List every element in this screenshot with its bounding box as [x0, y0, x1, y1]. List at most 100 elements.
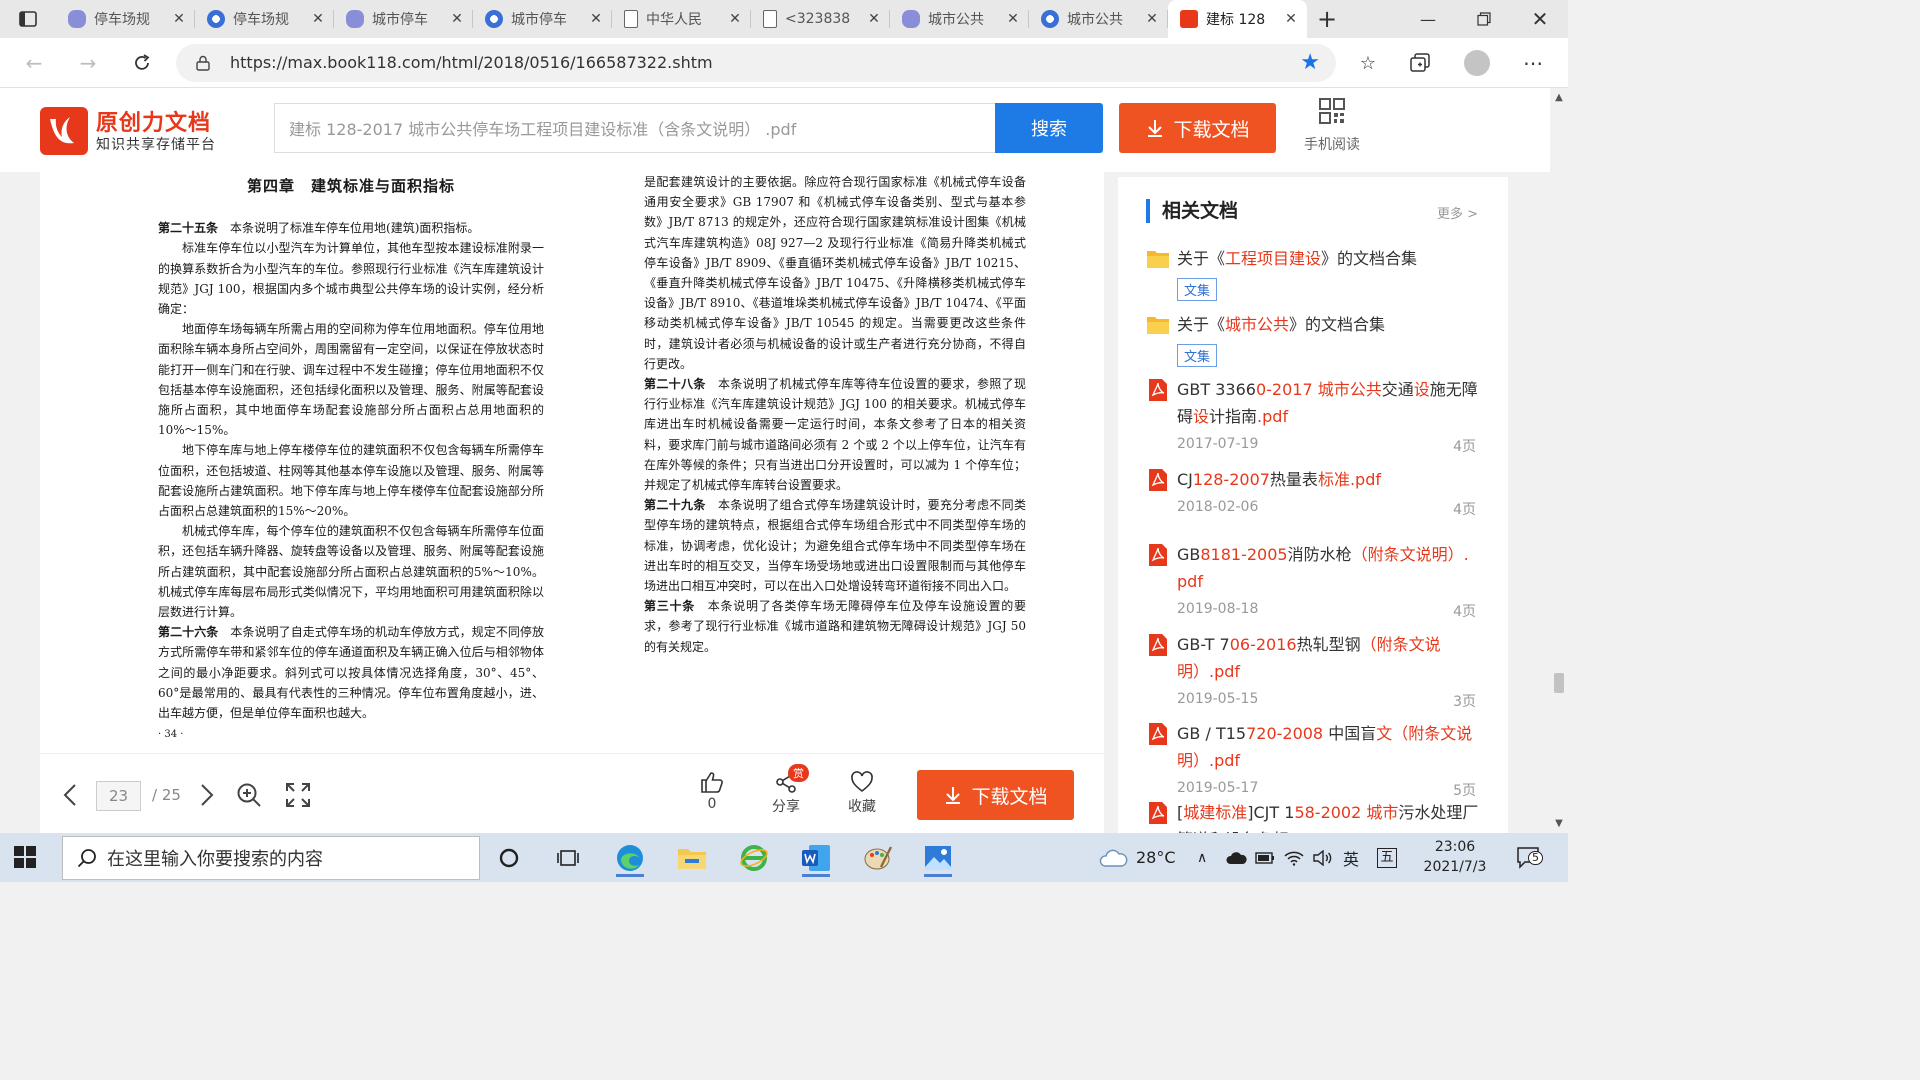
profile-avatar-icon[interactable]	[1464, 50, 1490, 76]
back-button[interactable]: ←	[18, 48, 50, 78]
related-document-item[interactable]: GB-T 706-2016热轧型钢（附条文说明）.pdf 2019-05-15 3页	[1146, 631, 1486, 711]
browser-tab[interactable]: 中华人民 ✕	[612, 0, 751, 38]
close-tab-icon[interactable]: ✕	[588, 11, 604, 27]
browser-tab[interactable]: 城市停车 ✕	[334, 0, 473, 38]
related-document-item[interactable]: GB8181-2005消防水枪（附条文说明）. pdf 2019-08-18 4页	[1146, 541, 1486, 621]
related-document-item[interactable]: GBT 33660-2017 城市公共交通设施无障碍设计指南.pdf 2017-0…	[1146, 376, 1486, 456]
onedrive-cloud-icon[interactable]	[1225, 833, 1247, 882]
related-document-title[interactable]: 关于《工程项目建设》的文档合集	[1177, 245, 1486, 272]
restore-button[interactable]	[1456, 0, 1512, 38]
close-tab-icon[interactable]: ✕	[1283, 11, 1299, 27]
browser-tab[interactable]: 城市公共 ✕	[890, 0, 1029, 38]
close-tab-icon[interactable]: ✕	[171, 11, 187, 27]
photos-app-icon[interactable]	[918, 839, 958, 877]
file-explorer-icon[interactable]	[672, 839, 712, 877]
previous-page-button[interactable]	[58, 780, 82, 810]
more-menu-icon[interactable]: ⋯	[1520, 50, 1546, 76]
related-documents-panel: 相关文档 更多 > 关于《工程项目建设》的文档合集 文集 关于《城市公共》的文档合集…	[1118, 177, 1508, 833]
related-document-title[interactable]: 关于《城市公共》的文档合集	[1177, 311, 1486, 338]
next-page-button[interactable]	[195, 780, 219, 810]
upload-date: 2019-05-15	[1177, 691, 1259, 707]
related-document-title[interactable]: GBT 33660-2017 城市公共交通设施无障碍设计指南.pdf	[1177, 376, 1486, 430]
related-document-title[interactable]: [城建标准]CJT 158-2002 城市污水处理厂管道和设备色标.pdf	[1177, 799, 1486, 833]
task-view-icon[interactable]	[548, 839, 588, 877]
related-document-title[interactable]: GB / T15720-2008 中国盲文（附条文说明）.pdf	[1177, 720, 1486, 774]
show-hidden-icons-chevron-up-icon[interactable]: ∧	[1197, 833, 1207, 882]
favorite-button[interactable]: 收藏	[837, 770, 887, 816]
more-link[interactable]: 更多 >	[1437, 203, 1478, 222]
related-document-item[interactable]: CJ128-2007热量表标准.pdf 2018-02-06 4页	[1146, 466, 1486, 519]
favorites-icon[interactable]: ☆	[1355, 50, 1381, 76]
ie-browser-icon[interactable]	[734, 839, 774, 877]
close-tab-icon[interactable]: ✕	[727, 11, 743, 27]
search-button[interactable]: 搜索	[995, 103, 1103, 153]
close-tab-icon[interactable]: ✕	[866, 11, 882, 27]
related-document-item[interactable]: 关于《工程项目建设》的文档合集文集	[1146, 245, 1486, 301]
refresh-button[interactable]	[126, 48, 158, 78]
browser-tab[interactable]: <323838 ✕	[751, 0, 890, 38]
like-button[interactable]: 0	[687, 770, 737, 812]
edge-browser-icon[interactable]	[610, 839, 650, 877]
page-scrollbar[interactable]: ▲ ▼	[1550, 88, 1568, 833]
document-search-input[interactable]: 建标 128-2017 城市公共停车场工程项目建设标准（含条文说明） .pdf	[274, 103, 996, 153]
pdf-file-icon	[1149, 544, 1167, 566]
share-button[interactable]: 赏 分享	[761, 764, 811, 816]
site-logo-name[interactable]: 原创力文档	[96, 105, 211, 137]
zoom-in-icon[interactable]	[236, 782, 262, 808]
forward-button[interactable]: →	[72, 48, 104, 78]
notification-center-button[interactable]: 5	[1516, 833, 1543, 882]
browser-tab[interactable]: 停车场规 ✕	[56, 0, 195, 38]
scrollbar-thumb[interactable]	[1554, 673, 1564, 693]
document-page-viewer[interactable]: 第四章 建筑标准与面积指标 第二十五条 本条说明了标准车停车位用地(建筑)面积指…	[40, 172, 1104, 753]
download-document-button[interactable]: 下载文档	[1119, 103, 1276, 153]
browser-tab[interactable]: 建标 128 ✕	[1168, 0, 1307, 38]
page-number-input[interactable]: 23	[96, 781, 141, 811]
related-document-title[interactable]: CJ128-2007热量表标准.pdf	[1177, 466, 1486, 493]
site-logo-icon[interactable]	[40, 107, 88, 155]
battery-icon[interactable]	[1255, 833, 1275, 882]
scroll-down-arrow-icon[interactable]: ▼	[1550, 818, 1568, 829]
mobile-read-button[interactable]: 手机阅读	[1300, 98, 1364, 154]
lock-icon[interactable]	[196, 55, 210, 71]
scroll-up-arrow-icon[interactable]: ▲	[1550, 92, 1568, 103]
ime-language-indicator[interactable]: 英	[1343, 833, 1359, 882]
volume-icon[interactable]	[1313, 833, 1333, 882]
browser-tab-title: 停车场规	[94, 12, 150, 28]
wifi-icon[interactable]	[1284, 833, 1304, 882]
collection-tag[interactable]: 文集	[1177, 278, 1218, 301]
browser-tab[interactable]: 城市公共 ✕	[1029, 0, 1168, 38]
favorite-star-icon[interactable]: ★	[1300, 50, 1320, 75]
windows-start-icon[interactable]	[14, 846, 36, 868]
ime-mode-indicator[interactable]: 五	[1377, 833, 1397, 882]
collection-tag[interactable]: 文集	[1177, 344, 1218, 367]
address-bar[interactable]: https://max.book118.com/html/2018/0516/1…	[176, 44, 1336, 82]
close-tab-icon[interactable]: ✕	[310, 11, 326, 27]
close-tab-icon[interactable]: ✕	[1005, 11, 1021, 27]
cortana-icon[interactable]	[489, 839, 529, 877]
fullscreen-icon[interactable]	[285, 782, 311, 808]
browser-tab[interactable]: 停车场规 ✕	[195, 0, 334, 38]
related-document-title[interactable]: GB-T 706-2016热轧型钢（附条文说明）.pdf	[1177, 631, 1486, 685]
related-document-title[interactable]: GB8181-2005消防水枪（附条文说明）. pdf	[1177, 541, 1486, 595]
related-document-item[interactable]: 关于《城市公共》的文档合集文集	[1146, 311, 1486, 367]
related-document-item[interactable]: [城建标准]CJT 158-2002 城市污水处理厂管道和设备色标.pdf	[1146, 799, 1486, 833]
download-document-bottom-button[interactable]: 下载文档	[917, 770, 1074, 820]
new-tab-button[interactable]: +	[1307, 0, 1347, 38]
title-segment: 热轧型钢	[1296, 635, 1361, 654]
paint-app-icon[interactable]	[858, 839, 898, 877]
url-text[interactable]: https://max.book118.com/html/2018/0516/1…	[230, 53, 713, 72]
close-tab-icon[interactable]: ✕	[1144, 11, 1160, 27]
related-document-item[interactable]: GB / T15720-2008 中国盲文（附条文说明）.pdf 2019-05-…	[1146, 720, 1486, 800]
browser-tab[interactable]: 城市停车 ✕	[473, 0, 612, 38]
system-clock[interactable]: 23:06 2021/7/3	[1410, 837, 1500, 877]
collections-icon[interactable]	[1408, 50, 1434, 76]
tab-actions-button[interactable]	[0, 0, 56, 38]
weather-widget[interactable]: 28°C	[1098, 833, 1176, 882]
close-window-button[interactable]: ✕	[1512, 0, 1568, 38]
minimize-button[interactable]: —	[1400, 0, 1456, 38]
taskbar-search-box[interactable]: 在这里输入你要搜索的内容	[62, 836, 480, 880]
word-app-icon[interactable]	[796, 839, 836, 877]
reward-badge[interactable]: 赏	[788, 764, 809, 782]
close-tab-icon[interactable]: ✕	[449, 11, 465, 27]
heart-icon	[837, 770, 887, 796]
